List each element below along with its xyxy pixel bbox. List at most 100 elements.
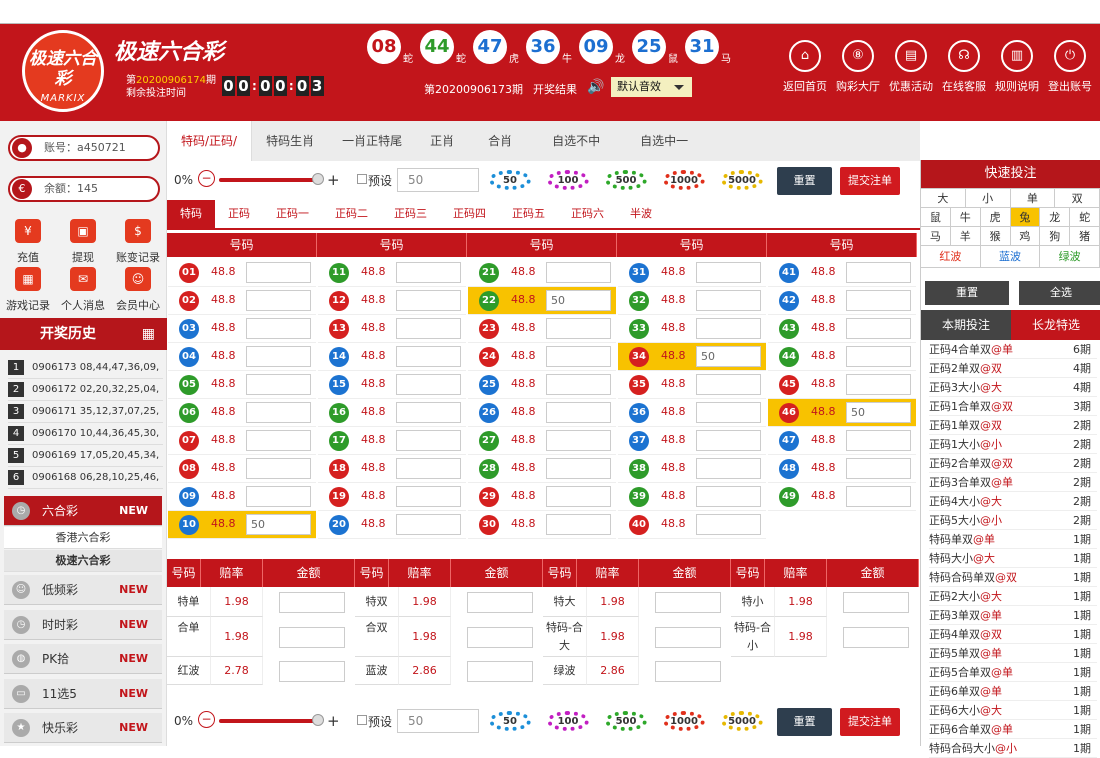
long-dragon-row[interactable]: 正码1单双@双 2期 [929, 416, 1097, 435]
lottery-1[interactable]: ☺ 低频彩 NEW [4, 575, 162, 605]
long-dragon-row[interactable]: 正码4合单双@单 6期 [929, 340, 1097, 359]
bet-amount-input[interactable] [396, 318, 461, 339]
bet-amount-input[interactable] [396, 346, 461, 367]
lottery-5[interactable]: ★ 快乐彩 NEW [4, 713, 162, 743]
attr-amount-input[interactable] [655, 660, 721, 682]
bet-amount-input[interactable] [546, 514, 611, 535]
bet-amount-input[interactable] [846, 262, 911, 283]
attr-amount-input[interactable] [279, 591, 345, 613]
history-row[interactable]: 2 0906172 02,20,32,25,04, [8, 379, 163, 401]
tab-2[interactable]: 一肖正特尾 [328, 121, 416, 161]
tab-6[interactable]: 自选中一 [620, 121, 708, 161]
bet-amount-input[interactable] [396, 458, 461, 479]
bet-amount-input[interactable] [246, 486, 311, 507]
bet-amount-input[interactable] [546, 402, 611, 423]
plus-icon[interactable]: + [327, 171, 340, 189]
number-cell-22[interactable]: 22 48.8 50 [468, 287, 616, 315]
plus-icon[interactable]: + [327, 712, 340, 730]
number-cell-17[interactable]: 17 48.8 [318, 427, 466, 455]
number-cell-32[interactable]: 32 48.8 [618, 287, 766, 315]
history-row[interactable]: 4 0906170 10,44,36,45,30, [8, 423, 163, 445]
menu-records[interactable]: ▦ 游戏记录 [0, 267, 56, 313]
long-dragon-row[interactable]: 正码5合单双@单 1期 [929, 663, 1097, 682]
quick-reset-button[interactable]: 重置 [925, 281, 1009, 305]
bet-amount-input[interactable] [546, 262, 611, 283]
long-dragon-row[interactable]: 正码3大小@大 4期 [929, 378, 1097, 397]
number-cell-16[interactable]: 16 48.8 [318, 399, 466, 427]
nav-power[interactable]: ⏻ 登出账号 [1041, 40, 1099, 94]
bet-amount-input[interactable]: 50 [696, 346, 761, 367]
number-cell-26[interactable]: 26 48.8 [468, 399, 616, 427]
number-cell-36[interactable]: 36 48.8 [618, 399, 766, 427]
number-cell-23[interactable]: 23 48.8 [468, 315, 616, 343]
subtab-2[interactable]: 正码一 [263, 200, 322, 228]
number-cell-39[interactable]: 39 48.8 [618, 483, 766, 511]
bet-amount-input[interactable] [696, 318, 761, 339]
chip-500[interactable]: 500 [605, 170, 647, 190]
zodiac-option[interactable]: 狗 [1040, 227, 1071, 246]
number-cell-49[interactable]: 49 48.8 [768, 483, 916, 511]
number-cell-37[interactable]: 37 48.8 [618, 427, 766, 455]
bet-amount-input[interactable] [546, 346, 611, 367]
bet-amount-input[interactable] [546, 374, 611, 395]
zodiac-option[interactable]: 龙 [1040, 208, 1071, 227]
number-cell-27[interactable]: 27 48.8 [468, 427, 616, 455]
long-dragon-row[interactable]: 正码1合单双@双 3期 [929, 397, 1097, 416]
number-cell-19[interactable]: 19 48.8 [318, 483, 466, 511]
nav-home[interactable]: ⌂ 返回首页 [776, 40, 834, 94]
bet-amount-input[interactable] [396, 290, 461, 311]
subtab-5[interactable]: 正码四 [440, 200, 499, 228]
long-dragon-row[interactable]: 正码4单双@双 1期 [929, 625, 1097, 644]
number-cell-6[interactable]: 06 48.8 [168, 399, 316, 427]
bet-amount-input[interactable] [546, 318, 611, 339]
number-cell-38[interactable]: 38 48.8 [618, 455, 766, 483]
long-dragon-row[interactable]: 特码合码单双@双 1期 [929, 568, 1097, 587]
bet-amount-input[interactable] [696, 514, 761, 535]
zodiac-option[interactable]: 鼠 [921, 208, 951, 227]
nav-gift[interactable]: ▤ 优惠活动 [882, 40, 940, 94]
long-dragon-row[interactable]: 正码6合单双@单 1期 [929, 720, 1097, 739]
number-cell-13[interactable]: 13 48.8 [318, 315, 466, 343]
number-cell-45[interactable]: 45 48.8 [768, 371, 916, 399]
long-dragon-row[interactable]: 正码5单双@单 1期 [929, 644, 1097, 663]
tab-3[interactable]: 正肖 [416, 121, 468, 161]
zodiac-option[interactable]: 羊 [950, 227, 981, 246]
nav-headset[interactable]: ☊ 在线客服 [935, 40, 993, 94]
wave-option[interactable]: 红波 [921, 246, 981, 268]
history-row[interactable]: 6 0906168 06,28,10,25,46, [8, 467, 163, 489]
number-cell-46[interactable]: 46 48.8 50 [768, 399, 916, 427]
tab-current-bets[interactable]: 本期投注 [921, 310, 1011, 340]
number-cell-15[interactable]: 15 48.8 [318, 371, 466, 399]
lottery-2[interactable]: ◷ 时时彩 NEW [4, 609, 162, 640]
bet-amount-input[interactable] [396, 374, 461, 395]
attr-amount-input[interactable] [655, 591, 721, 613]
history-row[interactable]: 1 0906173 08,44,47,36,09, [8, 357, 163, 379]
subtab-0[interactable]: 特码 [167, 200, 215, 228]
rebate-slider[interactable] [219, 178, 319, 182]
bet-amount-input[interactable] [846, 346, 911, 367]
bet-amount-input[interactable] [246, 458, 311, 479]
long-dragon-row[interactable]: 正码5大小@小 2期 [929, 511, 1097, 530]
bet-amount-input[interactable]: 50 [846, 402, 911, 423]
number-cell-11[interactable]: 11 48.8 [318, 259, 466, 287]
long-dragon-row[interactable]: 正码2大小@大 1期 [929, 587, 1097, 606]
wave-option[interactable]: 绿波 [1040, 246, 1100, 268]
number-cell-24[interactable]: 24 48.8 [468, 343, 616, 371]
bet-amount-input[interactable] [396, 262, 461, 283]
number-cell-48[interactable]: 48 48.8 [768, 455, 916, 483]
chip-500[interactable]: 500 [605, 711, 647, 731]
number-cell-44[interactable]: 44 48.8 [768, 343, 916, 371]
number-cell-33[interactable]: 33 48.8 [618, 315, 766, 343]
sub-lottery[interactable]: 香港六合彩 [4, 527, 162, 549]
chip-100[interactable]: 100 [547, 711, 589, 731]
lottery-4[interactable]: ▭ 11选5 NEW [4, 678, 162, 709]
preset-checkbox[interactable] [357, 174, 367, 184]
bet-amount-input[interactable] [396, 514, 461, 535]
bet-amount-input[interactable] [546, 430, 611, 451]
quick-option[interactable]: 单 [1010, 189, 1056, 208]
reset-button[interactable]: 重置 [777, 708, 832, 736]
lottery-3[interactable]: ◍ PK拾 NEW [4, 644, 162, 674]
attr-amount-input[interactable] [467, 660, 533, 682]
zodiac-option[interactable]: 兔 [1010, 208, 1041, 227]
subtab-8[interactable]: 半波 [617, 200, 665, 228]
